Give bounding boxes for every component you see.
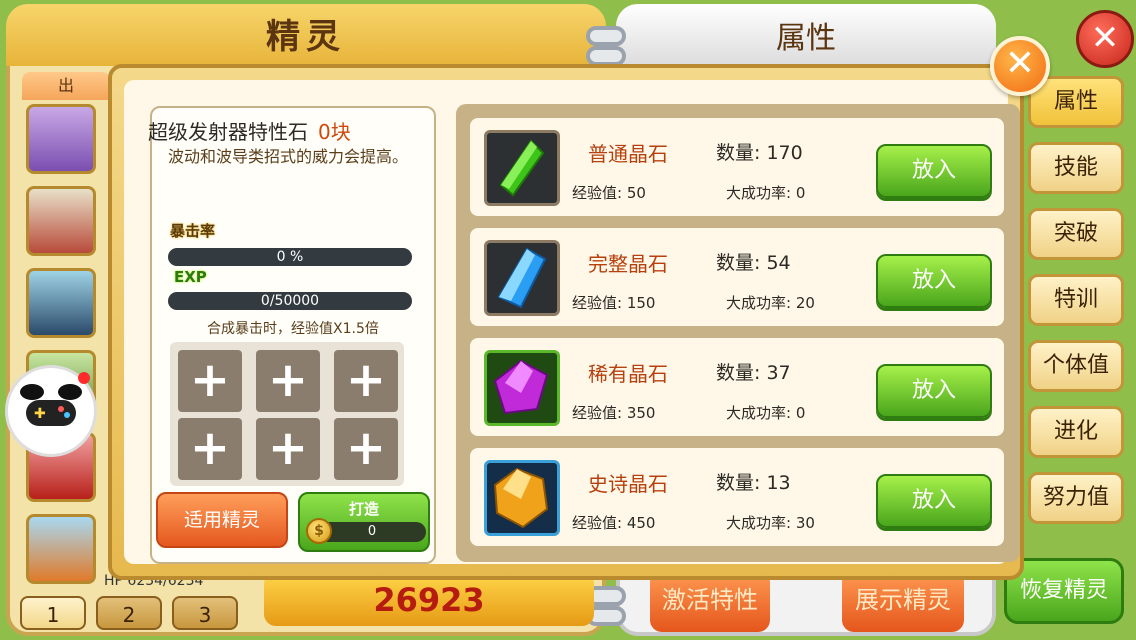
stone-info-panel: 超级发射器特性石 0块 波动和波导类招式的威力会提高。 暴击率 0 % EXP 0… — [148, 106, 436, 564]
purple-crystal-icon — [484, 350, 560, 426]
ear-icon — [20, 384, 44, 400]
monster-slot[interactable] — [26, 268, 96, 338]
crystal-crit-rate: 大成功率: 0 — [726, 184, 806, 202]
combat-power: 26923 — [264, 572, 594, 626]
crystal-card: 稀有晶石 数量: 37 经验值: 350 大成功率: 0 放入 — [470, 338, 1004, 436]
gold-crystal-icon — [484, 460, 560, 536]
page-tab-2[interactable]: 2 — [96, 596, 162, 630]
crit-rate-label: 暴击率 — [170, 222, 216, 240]
apply-spirit-button[interactable]: 适用精灵 — [156, 492, 288, 548]
crystal-card: 史诗晶石 数量: 13 经验值: 450 大成功率: 30 放入 — [470, 448, 1004, 546]
crystal-name: 完整晶石 — [588, 252, 668, 276]
crystal-quantity: 数量: 170 — [716, 142, 803, 164]
side-tab-training[interactable]: 特训 — [1028, 274, 1124, 326]
crystal-name: 史诗晶石 — [588, 472, 668, 496]
monster-slot[interactable] — [26, 514, 96, 584]
page-tabs: 123 — [20, 596, 248, 630]
side-tabs: 属性 技能 突破 特训 个体值 进化 努力值 — [1028, 76, 1128, 538]
dpad-icon: ✚ — [34, 406, 46, 422]
stone-count: 0块 — [318, 120, 351, 144]
crystal-card: 完整晶石 数量: 54 经验值: 150 大成功率: 20 放入 — [470, 228, 1004, 326]
crystal-quantity: 数量: 37 — [716, 362, 791, 384]
gamepad-overlay-button[interactable]: ✚ — [8, 368, 94, 454]
crystal-exp: 经验值: 50 — [572, 184, 646, 202]
forge-cost: 0 — [318, 522, 426, 542]
page-tab-3[interactable]: 3 — [172, 596, 238, 630]
side-tab-ev[interactable]: 努力值 — [1028, 472, 1124, 524]
crystal-name: 普通晶石 — [588, 142, 668, 166]
craft-crit-note: 合成暴击时，经验值X1.5倍 — [207, 321, 379, 337]
button-dot-icon — [64, 412, 70, 418]
crystal-name: 稀有晶石 — [588, 362, 668, 386]
put-in-button[interactable]: 放入 — [876, 144, 992, 198]
close-panel-button[interactable]: ✕ — [1076, 10, 1134, 68]
put-in-button[interactable]: 放入 — [876, 364, 992, 418]
side-tab-skill[interactable]: 技能 — [1028, 142, 1124, 194]
monster-slot[interactable] — [26, 186, 96, 256]
put-in-button[interactable]: 放入 — [876, 254, 992, 308]
monster-list — [20, 104, 104, 596]
crystal-quantity: 数量: 13 — [716, 472, 791, 494]
material-slots: + + + + + + — [170, 342, 404, 486]
side-tab-evolve[interactable]: 进化 — [1028, 406, 1124, 458]
crystal-list: 普通晶石 数量: 170 经验值: 50 大成功率: 0 放入 完整晶石 数量:… — [456, 104, 1020, 562]
stone-name: 超级发射器特性石 — [148, 120, 308, 144]
crystal-quantity: 数量: 54 — [716, 252, 791, 274]
crystal-exp: 经验值: 150 — [572, 294, 656, 312]
put-in-button[interactable]: 放入 — [876, 474, 992, 528]
spirit-panel-title: 精灵 — [6, 4, 606, 66]
crystal-crit-rate: 大成功率: 20 — [726, 294, 815, 312]
notification-dot-icon — [78, 372, 90, 384]
coin-icon: $ — [306, 518, 332, 544]
binder-ring-icon — [586, 26, 626, 46]
add-slot-button[interactable]: + — [256, 418, 320, 480]
stone-description: 波动和波导类招式的威力会提高。 — [168, 147, 409, 166]
trait-stone-dialog: 超级发射器特性石 0块 波动和波导类招式的威力会提高。 暴击率 0 % EXP 0… — [108, 64, 1024, 580]
side-tab-breakthrough[interactable]: 突破 — [1028, 208, 1124, 260]
button-dot-icon — [58, 406, 64, 412]
crystal-exp: 经验值: 450 — [572, 514, 656, 532]
binder-ring-icon — [586, 46, 626, 66]
attribute-panel-title: 属性 — [616, 4, 996, 66]
page-tab-1[interactable]: 1 — [20, 596, 86, 630]
crystal-crit-rate: 大成功率: 30 — [726, 514, 815, 532]
blue-crystal-icon — [484, 240, 560, 316]
crystal-crit-rate: 大成功率: 0 — [726, 404, 806, 422]
stone-title: 超级发射器特性石 0块 — [148, 116, 351, 145]
crystal-card: 普通晶石 数量: 170 经验值: 50 大成功率: 0 放入 — [470, 118, 1004, 216]
add-slot-button[interactable]: + — [334, 350, 398, 412]
side-tab-iv[interactable]: 个体值 — [1028, 340, 1124, 392]
deploy-tab[interactable]: 出 — [22, 72, 110, 100]
ear-icon — [58, 384, 82, 400]
forge-label: 打造 — [348, 500, 379, 518]
add-slot-button[interactable]: + — [178, 350, 242, 412]
green-crystal-icon — [484, 130, 560, 206]
forge-button[interactable]: 打造 0 $ — [298, 492, 430, 552]
exp-label: EXP — [174, 268, 207, 286]
add-slot-button[interactable]: + — [334, 418, 398, 480]
monster-slot[interactable] — [26, 104, 96, 174]
crystal-exp: 经验值: 350 — [572, 404, 656, 422]
dialog-body: 超级发射器特性石 0块 波动和波导类招式的威力会提高。 暴击率 0 % EXP 0… — [124, 80, 1020, 564]
exp-bar: 0/50000 — [168, 292, 412, 310]
crit-rate-bar: 0 % — [168, 248, 412, 266]
add-slot-button[interactable]: + — [178, 418, 242, 480]
add-slot-button[interactable]: + — [256, 350, 320, 412]
close-dialog-button[interactable]: ✕ — [990, 36, 1050, 96]
